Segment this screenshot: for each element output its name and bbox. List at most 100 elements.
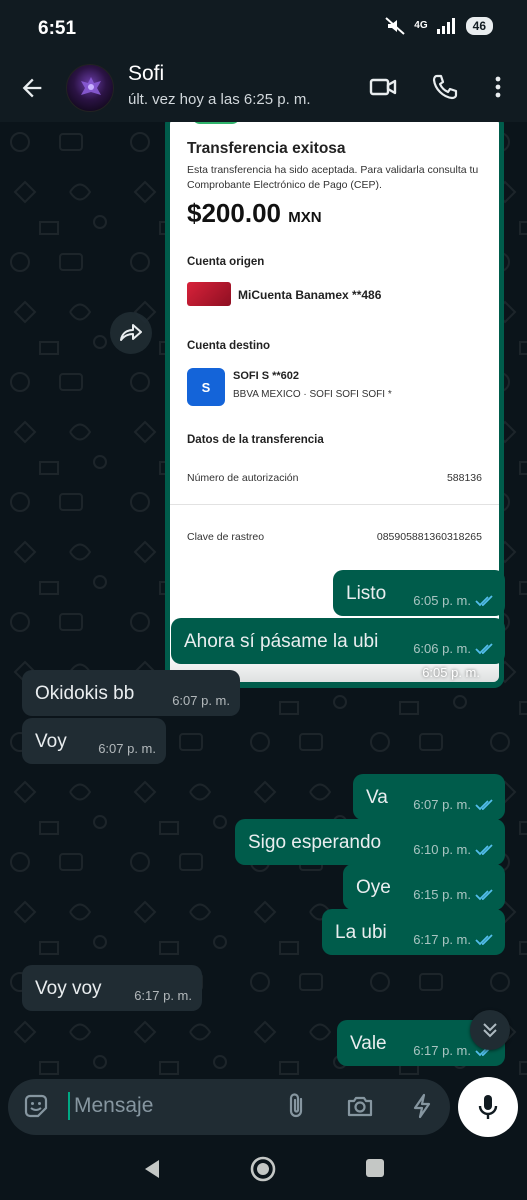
nav-back-icon[interactable]	[140, 1157, 164, 1181]
contact-name[interactable]: Sofi	[128, 62, 164, 86]
sticker-icon[interactable]	[22, 1092, 50, 1120]
auth-value: 588136	[446, 472, 482, 484]
double-chevron-down-icon	[483, 1023, 497, 1038]
message-meta: 6:05 p. m.	[413, 593, 495, 608]
origin-account: MiCuenta Banamex **486	[238, 288, 382, 302]
message-time: 6:05 p. m.	[413, 593, 471, 608]
destination-name: SOFI S **602	[233, 370, 300, 382]
message-meta: 6:15 p. m.	[413, 887, 495, 902]
receipt-amount: $200.00 MXN	[187, 198, 322, 229]
system-nav-bar	[0, 1139, 527, 1200]
message-bubble[interactable]: Va 6:07 p. m.	[353, 774, 505, 820]
message-time: 6:17 p. m.	[413, 1043, 471, 1058]
message-time: 6:06 p. m.	[413, 641, 471, 656]
message-time: 6:17 p. m.	[134, 988, 192, 1003]
receipt-description: Esta transferencia ha sido aceptada. Par…	[187, 164, 479, 191]
status-icons: 4G 46	[384, 16, 493, 36]
message-bubble[interactable]: Ahora sí pásame la ubi 6:06 p. m.	[171, 618, 505, 664]
status-bar: 6:51 4G 46	[0, 0, 527, 58]
message-meta: 6:07 p. m.	[413, 797, 495, 812]
chat-header: Sofi últ. vez hoy a las 6:25 p. m.	[0, 58, 527, 122]
message-text: Voy voy	[35, 978, 102, 999]
message-meta: 6:17 p. m.	[134, 988, 192, 1003]
message-bubble[interactable]: Listo 6:05 p. m.	[333, 570, 505, 616]
receipt-status-tab	[192, 122, 240, 124]
message-bubble[interactable]: Oye 6:15 p. m.	[343, 864, 505, 910]
read-ticks-icon	[475, 594, 493, 606]
message-meta: 6:07 p. m.	[98, 741, 156, 756]
tracking-row: Clave de rastreo 085905881360318265	[187, 531, 482, 543]
nav-home-icon[interactable]	[249, 1155, 277, 1183]
battery-indicator: 46	[465, 17, 493, 35]
read-ticks-icon	[475, 888, 493, 900]
message-meta: 6:10 p. m.	[413, 842, 495, 857]
read-ticks-icon	[475, 843, 493, 855]
message-time: 6:10 p. m.	[413, 842, 471, 857]
message-time: 6:07 p. m.	[98, 741, 156, 756]
network-label: 4G	[414, 20, 428, 31]
receipt-divider	[170, 504, 499, 505]
phone-icon[interactable]	[430, 72, 460, 102]
read-ticks-icon	[475, 798, 493, 810]
message-text: Sigo esperando	[248, 832, 382, 853]
message-meta: 6:17 p. m.	[413, 932, 495, 947]
destination-logo: S	[187, 368, 225, 406]
tracking-value: 085905881360318265	[376, 531, 482, 543]
quick-reply-bolt-icon[interactable]	[408, 1092, 436, 1120]
microphone-icon	[478, 1095, 498, 1119]
read-ticks-icon	[475, 933, 493, 945]
tracking-label: Clave de rastreo	[187, 531, 265, 543]
message-bubble[interactable]: Sigo esperando 6:10 p. m.	[235, 819, 505, 865]
message-bubble[interactable]: Voy voy 6:17 p. m.	[22, 965, 202, 1011]
forward-button[interactable]	[110, 312, 152, 354]
message-time: 6:15 p. m.	[413, 887, 471, 902]
image-timestamp: 6:05 p. m.	[422, 665, 480, 680]
forward-icon	[120, 324, 142, 341]
message-time: 6:17 p. m.	[413, 932, 471, 947]
message-placeholder[interactable]: Mensaje	[74, 1094, 153, 1118]
scroll-to-bottom-button[interactable]	[470, 1010, 510, 1050]
nav-recents-icon[interactable]	[364, 1157, 386, 1179]
details-label: Datos de la transferencia	[187, 434, 324, 446]
auth-row: Número de autorización 588136	[187, 472, 482, 484]
back-arrow-icon[interactable]	[18, 74, 46, 102]
message-meta: 6:06 p. m.	[413, 641, 495, 656]
video-call-icon[interactable]	[368, 72, 398, 102]
mute-icon	[385, 17, 405, 35]
message-text: Va	[366, 787, 388, 808]
destination-label: Cuenta destino	[187, 340, 271, 352]
message-input-field[interactable]: Mensaje	[8, 1079, 450, 1135]
message-input-bar: Mensaje	[0, 1077, 527, 1139]
signal-icon	[436, 18, 455, 34]
amount-currency: MXN	[288, 209, 322, 226]
message-text: Oye	[356, 877, 391, 898]
chat-area[interactable]: Transferencia exitosa Esta transferencia…	[0, 122, 527, 1077]
message-text: Vale	[350, 1033, 387, 1054]
message-time: 6:07 p. m.	[172, 693, 230, 708]
message-bubble[interactable]: La ubi 6:17 p. m.	[322, 909, 505, 955]
status-time: 6:51	[38, 18, 77, 39]
message-time: 6:07 p. m.	[413, 797, 471, 812]
message-bubble[interactable]: Voy 6:07 p. m.	[22, 718, 166, 764]
origin-label: Cuenta origen	[187, 256, 265, 268]
message-bubble[interactable]: Okidokis bb 6:07 p. m.	[22, 670, 240, 716]
voice-record-button[interactable]	[458, 1077, 518, 1137]
message-meta: 6:07 p. m.	[172, 693, 230, 708]
text-cursor	[68, 1092, 70, 1120]
message-text: Voy	[35, 731, 67, 752]
banamex-card-icon	[187, 282, 231, 306]
more-vertical-icon[interactable]	[483, 72, 513, 102]
avatar[interactable]	[66, 64, 114, 112]
destination-detail: BBVA MEXICO · SOFI SOFI SOFI *	[233, 389, 392, 400]
auth-label: Número de autorización	[187, 472, 299, 484]
last-seen-status[interactable]: últ. vez hoy a las 6:25 p. m.	[128, 91, 311, 108]
message-text: Listo	[346, 583, 387, 604]
receipt-title: Transferencia exitosa	[187, 140, 346, 157]
message-text: La ubi	[335, 922, 387, 943]
amount-value: $200.00	[187, 198, 281, 228]
attach-icon[interactable]	[284, 1092, 312, 1120]
camera-icon[interactable]	[346, 1092, 374, 1120]
read-ticks-icon	[475, 642, 493, 654]
message-text: Ahora sí pásame la ubi	[184, 631, 379, 652]
message-text: Okidokis bb	[35, 683, 135, 704]
